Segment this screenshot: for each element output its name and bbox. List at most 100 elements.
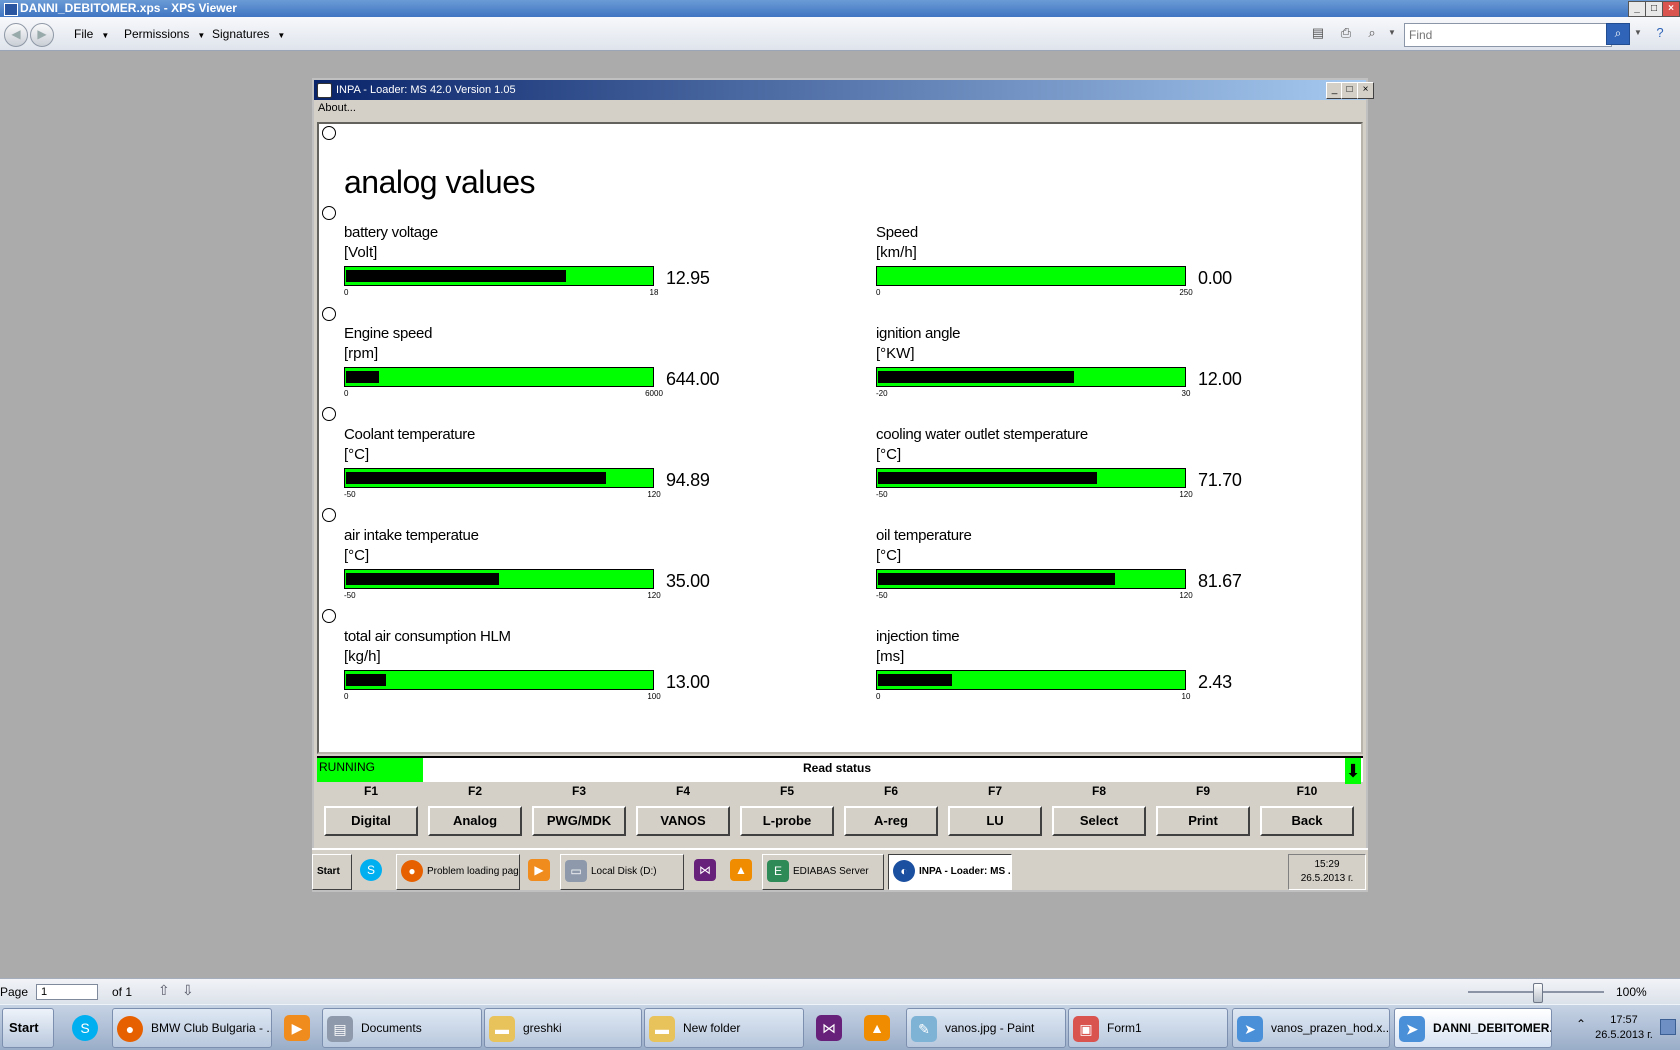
help-icon[interactable]: ?	[1652, 25, 1668, 41]
gauge-max: 30	[1181, 389, 1191, 398]
inner-task-ediabas[interactable]: E EDIABAS Server	[762, 854, 884, 890]
close-icon[interactable]: ×	[1662, 1, 1680, 17]
forward-icon[interactable]: ▶	[30, 23, 54, 47]
fkey-label: F9	[1195, 784, 1210, 798]
media-player-icon[interactable]: ▶	[280, 1008, 316, 1048]
gauge-min: -50	[344, 591, 356, 600]
fkey-button-1[interactable]: Digital	[324, 806, 418, 836]
task-label: New folder	[683, 1021, 741, 1035]
fkey-button-7[interactable]: LU	[948, 806, 1042, 836]
paint-icon: ✎	[911, 1015, 937, 1042]
fkey-button-2[interactable]: Analog	[428, 806, 522, 836]
find-input[interactable]	[1404, 23, 1612, 47]
gauge: cooling water outlet stemperature [°C] 71.…	[876, 426, 1276, 506]
tray-expand-icon[interactable]: ⌃	[1576, 1017, 1586, 1031]
zoom-slider-thumb[interactable]	[1533, 983, 1543, 1003]
gauge-label: ignition angle	[876, 325, 961, 342]
fkey-button-5[interactable]: L-probe	[740, 806, 834, 836]
find-search-icon[interactable]: ⌕	[1606, 23, 1630, 45]
fkey-label: F3	[571, 784, 586, 798]
vlc-icon[interactable]: ▲	[860, 1008, 898, 1048]
menu-file[interactable]: File ▼	[74, 27, 109, 41]
fkey-button-4[interactable]: VANOS	[636, 806, 730, 836]
inner-clock-date: 26.5.2013 г.	[1300, 873, 1354, 884]
minimize-icon[interactable]: _	[1628, 1, 1646, 17]
gauge-max: 120	[647, 591, 661, 600]
fkey-button-6[interactable]: A-reg	[844, 806, 938, 836]
print-icon[interactable]: ⎙	[1338, 25, 1354, 41]
gauge-label: total air consumption HLM	[344, 628, 511, 645]
fkey-button-9[interactable]: Print	[1156, 806, 1250, 836]
zoom-icon[interactable]: ⌕	[1364, 25, 1380, 41]
gauge-value: 71.70	[1198, 470, 1242, 490]
visual-studio-icon[interactable]: ⋈	[690, 854, 724, 890]
gauge-bar-fill	[346, 573, 499, 585]
fkey-label: F4	[675, 784, 690, 798]
about-menu[interactable]: About...	[318, 102, 356, 114]
media-player-icon[interactable]: ▶	[524, 854, 556, 890]
inner-system-tray: 15:29 26.5.2013 г.	[1288, 854, 1366, 890]
maximize-icon[interactable]: □	[1645, 1, 1663, 17]
xps-app-icon	[4, 3, 18, 16]
fkey-label: F10	[1296, 784, 1318, 798]
task-documents[interactable]: ▤ Documents	[322, 1008, 482, 1048]
task-xps-viewer[interactable]: ➤ DANNI_DEBITOMER...	[1394, 1008, 1552, 1048]
page-up-icon[interactable]: ⇧	[158, 982, 170, 999]
fkey-label: F2	[467, 784, 482, 798]
menu-signatures[interactable]: Signatures ▼	[212, 27, 285, 41]
skype-icon[interactable]: S	[356, 854, 392, 890]
gauge-bar	[344, 367, 654, 387]
xps-window-title: DANNI_DEBITOMER.xps - XPS Viewer	[20, 1, 237, 15]
task-firefox[interactable]: ● BMW Club Bulgaria - ...	[112, 1008, 272, 1048]
taskbar: Start S ● BMW Club Bulgaria - ... ▶ ▤ Docu…	[0, 1004, 1680, 1050]
gauge: battery voltage [Volt] 12.95 0 18	[344, 224, 744, 304]
find-options-icon[interactable]: ▼	[1630, 25, 1646, 41]
documents-icon: ▤	[327, 1015, 353, 1042]
gauge: oil temperature [°C] 81.67 -50 120	[876, 527, 1276, 607]
task-vanos-file[interactable]: ➤ vanos_prazen_hod.x...	[1232, 1008, 1390, 1048]
fkey-button-3[interactable]: PWG/MDK	[532, 806, 626, 836]
inner-task-local-disk[interactable]: ▭ Local Disk (D:)	[560, 854, 684, 890]
gauge-bar	[876, 468, 1186, 488]
inner-taskbar: Start S ● Problem loading page... ▶ ▭ Loca…	[312, 848, 1368, 890]
gauge: Speed [km/h] 0.00 0 250	[876, 224, 1276, 304]
page-label: Page	[0, 985, 29, 999]
page-down-icon[interactable]: ⇩	[182, 982, 194, 999]
circle-marker-icon	[322, 508, 336, 522]
back-icon[interactable]: ◀	[4, 23, 28, 47]
inner-start-button[interactable]: Start	[312, 854, 352, 890]
view-icon[interactable]: ▤	[1310, 25, 1326, 41]
start-button[interactable]: Start	[2, 1008, 54, 1048]
gauge-label: oil temperature	[876, 527, 972, 544]
fkey-label: F1	[363, 784, 378, 798]
zoom-dropdown-icon[interactable]: ▼	[1384, 25, 1400, 41]
gauge-min: 0	[876, 692, 881, 701]
menu-permissions[interactable]: Permissions ▼	[124, 27, 205, 41]
task-form1[interactable]: ▣ Form1	[1068, 1008, 1228, 1048]
inpa-close-icon[interactable]: ×	[1357, 82, 1374, 99]
fkey-label: F5	[779, 784, 794, 798]
analog-values-panel: analog values battery voltage [Volt] 12.95…	[317, 122, 1363, 754]
gauge-label: battery voltage	[344, 224, 438, 241]
task-new-folder[interactable]: ▬ New folder	[644, 1008, 804, 1048]
task-paint[interactable]: ✎ vanos.jpg - Paint	[906, 1008, 1066, 1048]
skype-icon[interactable]: S	[68, 1008, 106, 1048]
gauge-bar	[344, 266, 654, 286]
clock: 17:57 26.5.2013 г.	[1592, 1013, 1656, 1043]
fkey-button-8[interactable]: Select	[1052, 806, 1146, 836]
gauge: Engine speed [rpm] 644.00 0 6000	[344, 325, 744, 405]
fkey-button-10[interactable]: Back	[1260, 806, 1354, 836]
gauge: total air consumption HLM [kg/h] 13.00 0 100	[344, 628, 744, 708]
inner-task-firefox[interactable]: ● Problem loading page...	[396, 854, 520, 890]
show-desktop-icon[interactable]	[1660, 1019, 1676, 1035]
page-number-input[interactable]: 1	[36, 984, 98, 1000]
vlc-icon[interactable]: ▲	[726, 854, 760, 890]
visual-studio-icon[interactable]: ⋈	[812, 1008, 850, 1048]
gauge-max: 10	[1181, 692, 1191, 701]
task-greshki[interactable]: ▬ greshki	[484, 1008, 642, 1048]
inner-clock-time: 15:29	[1314, 859, 1340, 870]
inpa-maximize-icon[interactable]: □	[1341, 82, 1358, 99]
gauge-unit: [°C]	[344, 547, 370, 564]
inner-task-inpa[interactable]: ◐ INPA - Loader: MS ...	[888, 854, 1012, 890]
folder-icon: ▬	[489, 1015, 515, 1042]
